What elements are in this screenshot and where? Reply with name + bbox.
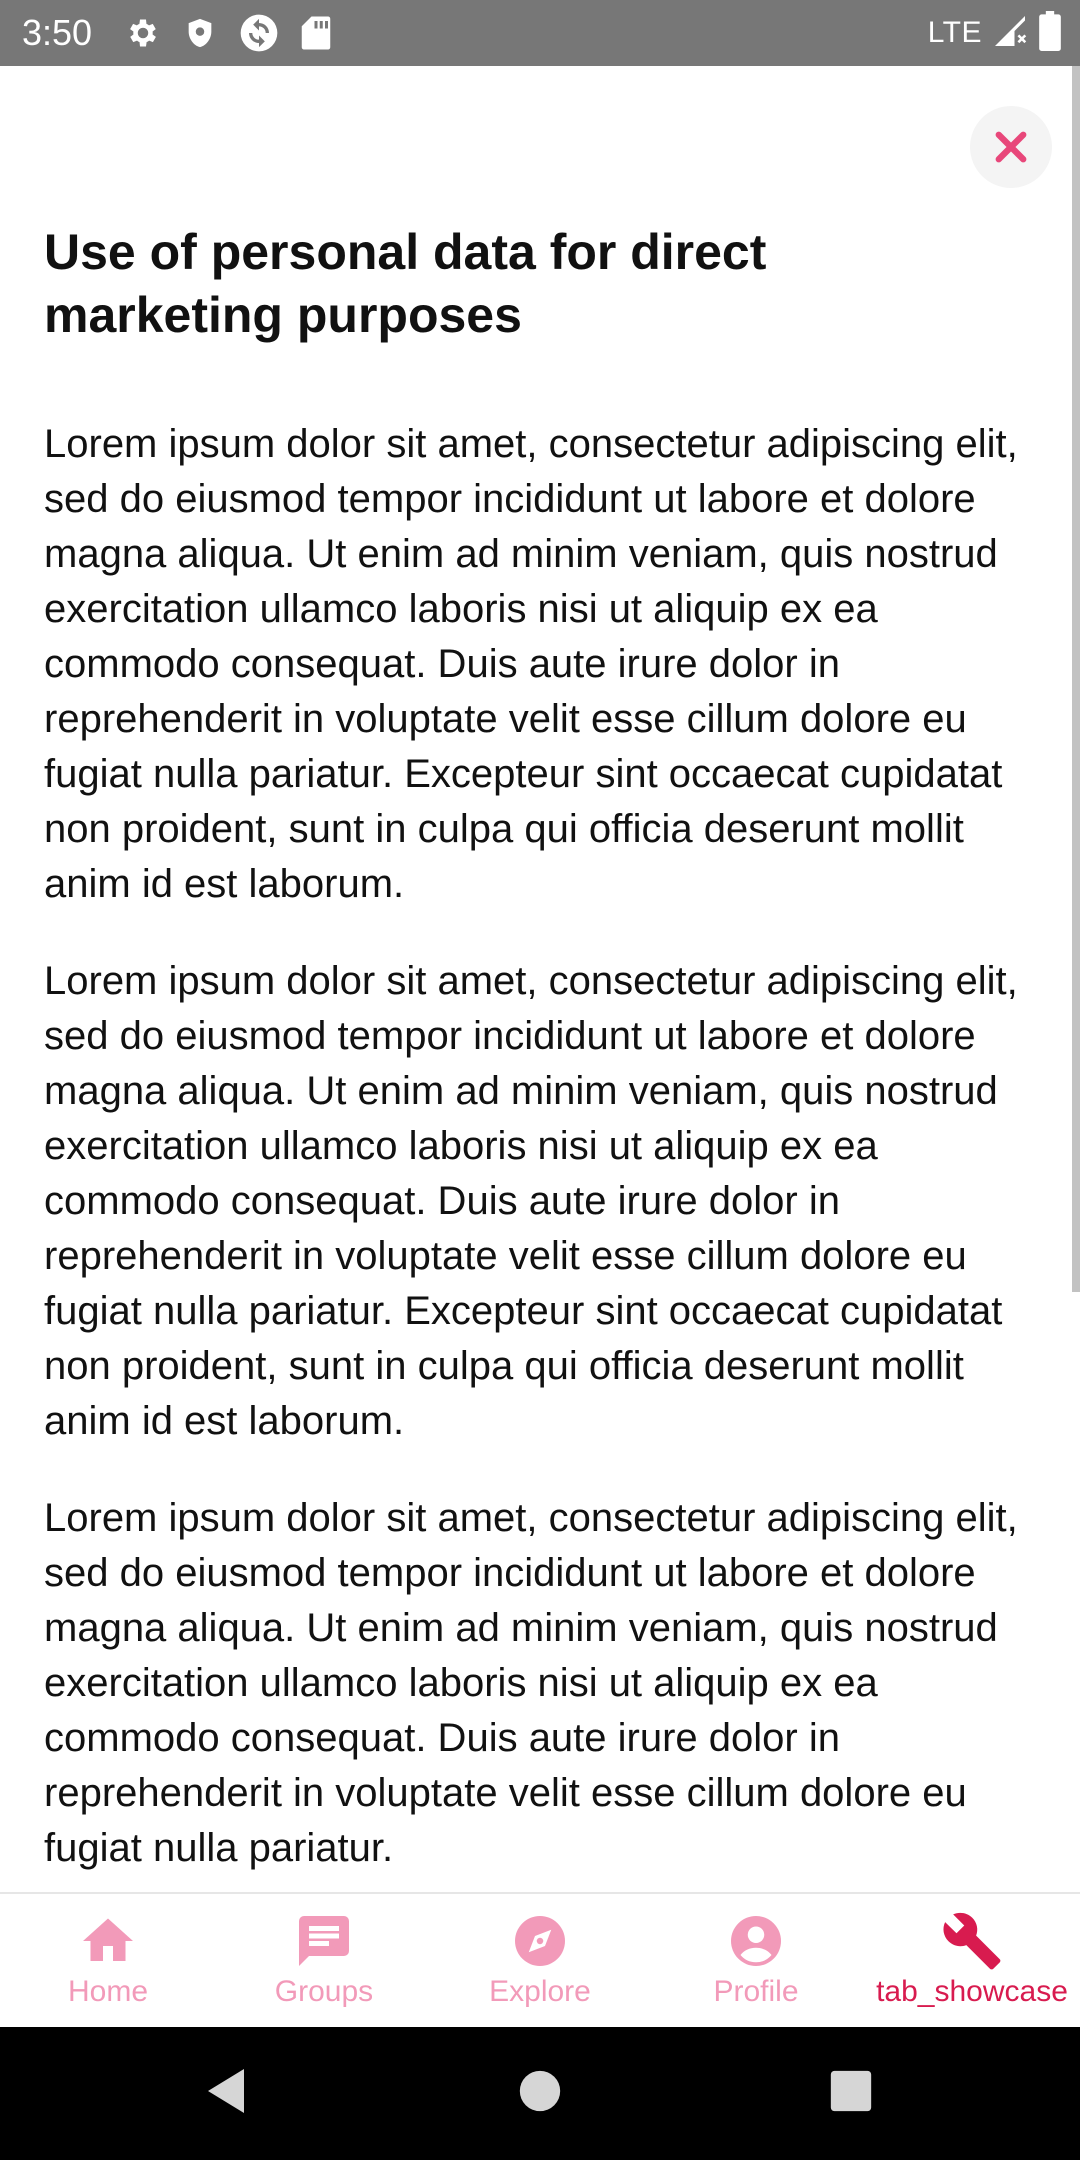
paragraph-1: Lorem ipsum dolor sit amet, consectetur … xyxy=(44,422,1018,906)
compass-icon xyxy=(507,1908,573,1974)
dialog-content[interactable]: Use of personal data for direct marketin… xyxy=(0,66,1080,1892)
nav-item-groups[interactable]: Groups xyxy=(216,1894,432,2027)
status-bar: 3:50 LTE xyxy=(0,0,1080,66)
nav-label-groups: Groups xyxy=(274,1975,374,2008)
nav-item-home[interactable]: Home xyxy=(0,1894,216,2027)
back-icon xyxy=(202,2065,250,2122)
wrench-icon xyxy=(939,1908,1005,1974)
page-title: Use of personal data for direct marketin… xyxy=(44,224,767,343)
paragraph-2: Lorem ipsum dolor sit amet, consectetur … xyxy=(44,959,1018,1443)
network-type: LTE xyxy=(927,16,982,49)
home-system-button[interactable] xyxy=(504,2057,576,2129)
sync-icon xyxy=(239,13,279,53)
status-notification-icons xyxy=(125,12,331,54)
status-time: 3:50 xyxy=(22,12,93,53)
home-circle-icon xyxy=(518,2069,562,2118)
nav-item-profile[interactable]: Profile xyxy=(648,1894,864,2027)
shield-icon xyxy=(183,15,217,51)
nav-label-home: Home xyxy=(67,1975,149,2008)
sd-card-icon xyxy=(301,15,331,51)
nav-label-explore: Explore xyxy=(489,1975,591,2008)
body-text: Lorem ipsum dolor sit amet, consectetur … xyxy=(44,417,1044,1892)
paragraph-3: Lorem ipsum dolor sit amet, consectetur … xyxy=(44,1496,1018,1870)
chat-icon xyxy=(291,1908,357,1974)
bottom-navigation: Home Groups Explore Profile tab_showcase xyxy=(0,1892,1080,2027)
nav-item-tab-showcase[interactable]: tab_showcase xyxy=(864,1894,1080,2027)
back-button[interactable] xyxy=(190,2057,262,2129)
signal-icon xyxy=(992,13,1028,54)
battery-icon xyxy=(1038,10,1062,56)
home-icon xyxy=(75,1908,141,1974)
scrollbar[interactable] xyxy=(1072,66,1080,1292)
settings-gear-icon xyxy=(125,15,161,51)
nav-item-explore[interactable]: Explore xyxy=(432,1894,648,2027)
nav-label-tab-showcase: tab_showcase xyxy=(876,1975,1068,2008)
close-x-icon xyxy=(990,126,1032,168)
status-system-icons: LTE xyxy=(927,10,1062,56)
account-icon xyxy=(723,1908,789,1974)
recents-icon xyxy=(829,2069,873,2118)
screen: 3:50 LTE Use of personal data for direct… xyxy=(0,0,1080,2160)
recents-button[interactable] xyxy=(815,2057,887,2129)
close-button[interactable] xyxy=(970,106,1052,188)
system-navigation-bar xyxy=(0,2027,1080,2160)
nav-label-profile: Profile xyxy=(713,1975,799,2008)
